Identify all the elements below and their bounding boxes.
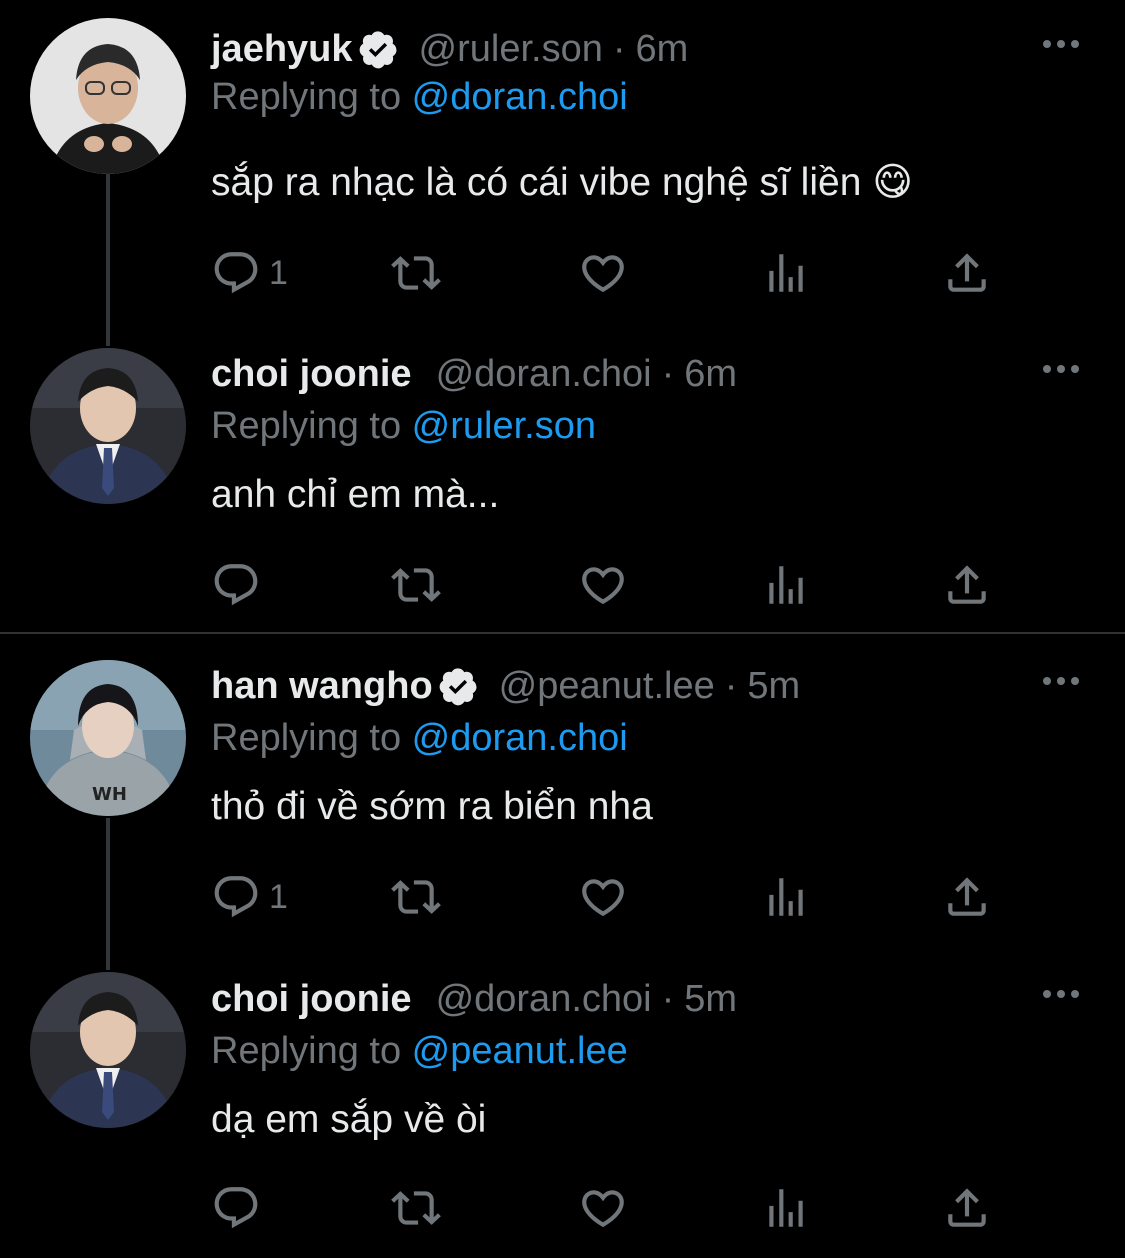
reply-count: 1 (269, 253, 288, 292)
replying-to: Replying to @ruler.son (211, 405, 596, 448)
avatar[interactable] (30, 972, 186, 1128)
share-icon (948, 1188, 986, 1227)
replying-to: Replying to @doran.choi (211, 76, 628, 119)
separator: · (661, 977, 675, 1020)
mention-link[interactable]: @peanut.lee (412, 1030, 628, 1072)
retweet-button[interactable] (391, 245, 441, 301)
more-icon[interactable] (1043, 984, 1085, 1004)
timestamp[interactable]: 5m (684, 978, 737, 1021)
share-button[interactable] (942, 869, 992, 925)
retweet-icon (391, 568, 441, 602)
tweet-text: anh chỉ em mà... (211, 473, 500, 516)
heart-icon (582, 879, 624, 917)
mention-link[interactable]: @doran.choi (412, 717, 628, 759)
avatar[interactable]: WH (30, 660, 186, 816)
display-name[interactable]: jaehyuk (211, 28, 353, 71)
heart-icon (582, 255, 624, 293)
reply-button[interactable]: 1 (211, 869, 288, 925)
display-name[interactable]: han wangho (211, 665, 433, 708)
reply-icon (214, 564, 258, 606)
timestamp[interactable]: 5m (747, 665, 800, 708)
reply-button[interactable] (211, 1180, 269, 1236)
like-button[interactable] (578, 245, 628, 301)
views-button[interactable] (761, 557, 811, 613)
analytics-icon (769, 254, 803, 292)
replying-prefix: Replying to (211, 1030, 412, 1072)
avatar[interactable] (30, 348, 186, 504)
tweet-header: choi joonie @doran.choi · 6m (211, 349, 737, 399)
views-button[interactable] (761, 1180, 811, 1236)
mention-link[interactable]: @ruler.son (412, 405, 596, 447)
analytics-icon (769, 1189, 803, 1227)
separator: · (724, 664, 738, 707)
tweet-header: han wangho @peanut.lee · 5m (211, 661, 800, 711)
timestamp[interactable]: 6m (684, 353, 737, 396)
thread-divider (0, 632, 1125, 634)
replying-to: Replying to @doran.choi (211, 717, 628, 760)
reply-count: 1 (269, 877, 288, 916)
tweet[interactable]: WH han wangho @peanut.lee · 5m Replying … (0, 637, 1125, 957)
share-button[interactable] (942, 245, 992, 301)
reply-button[interactable] (211, 557, 269, 613)
handle[interactable]: @doran.choi (436, 978, 652, 1021)
more-icon[interactable] (1043, 671, 1085, 691)
like-button[interactable] (578, 1180, 628, 1236)
share-icon (948, 253, 986, 292)
reply-button[interactable]: 1 (211, 245, 288, 301)
tweet[interactable]: choi joonie @doran.choi · 6m Replying to… (0, 325, 1125, 630)
display-name[interactable]: choi joonie (211, 353, 412, 396)
separator: · (612, 27, 626, 70)
avatar[interactable] (30, 18, 186, 174)
retweet-icon (391, 256, 441, 290)
replying-prefix: Replying to (211, 76, 412, 118)
share-icon (948, 565, 986, 604)
mention-link[interactable]: @doran.choi (412, 76, 628, 118)
handle[interactable]: @peanut.lee (499, 665, 715, 708)
reply-icon (214, 1187, 258, 1229)
analytics-icon (769, 566, 803, 604)
replying-prefix: Replying to (211, 717, 412, 759)
retweet-button[interactable] (391, 557, 441, 613)
retweet-button[interactable] (391, 1180, 441, 1236)
handle[interactable]: @doran.choi (436, 353, 652, 396)
verified-badge-icon (359, 31, 397, 69)
share-button[interactable] (942, 1180, 992, 1236)
tweet-text: thỏ đi về sớm ra biển nha (211, 785, 653, 828)
retweet-button[interactable] (391, 869, 441, 925)
separator: · (661, 352, 675, 395)
replying-to: Replying to @peanut.lee (211, 1030, 628, 1073)
tweet-text: sắp ra nhạc là có cái vibe nghệ sĩ liền … (211, 161, 913, 204)
reply-icon (214, 876, 258, 918)
timestamp[interactable]: 6m (636, 28, 689, 71)
tweet[interactable]: choi joonie @doran.choi · 5m Replying to… (0, 950, 1125, 1258)
heart-icon (582, 567, 624, 605)
svg-text:WH: WH (92, 784, 127, 805)
share-button[interactable] (942, 557, 992, 613)
views-button[interactable] (761, 869, 811, 925)
heart-icon (582, 1190, 624, 1228)
tweet-text: dạ em sắp về òi (211, 1098, 487, 1141)
analytics-icon (769, 878, 803, 916)
retweet-icon (391, 1191, 441, 1225)
handle[interactable]: @ruler.son (419, 28, 603, 71)
like-button[interactable] (578, 557, 628, 613)
tweet[interactable]: jaehyuk @ruler.son · 6m Replying to @dor… (0, 0, 1125, 320)
retweet-icon (391, 880, 441, 914)
action-bar: 1 (211, 869, 1001, 925)
like-button[interactable] (578, 869, 628, 925)
action-bar (211, 557, 1001, 613)
action-bar: 1 (211, 245, 1001, 301)
more-icon[interactable] (1043, 359, 1085, 379)
tweet-header: choi joonie @doran.choi · 5m (211, 974, 737, 1024)
tweet-header: jaehyuk @ruler.son · 6m (211, 24, 688, 74)
replying-prefix: Replying to (211, 405, 412, 447)
display-name[interactable]: choi joonie (211, 978, 412, 1021)
more-icon[interactable] (1043, 34, 1085, 54)
action-bar (211, 1180, 1001, 1236)
views-button[interactable] (761, 245, 811, 301)
verified-badge-icon (439, 668, 477, 706)
reply-icon (214, 252, 258, 294)
share-icon (948, 877, 986, 916)
